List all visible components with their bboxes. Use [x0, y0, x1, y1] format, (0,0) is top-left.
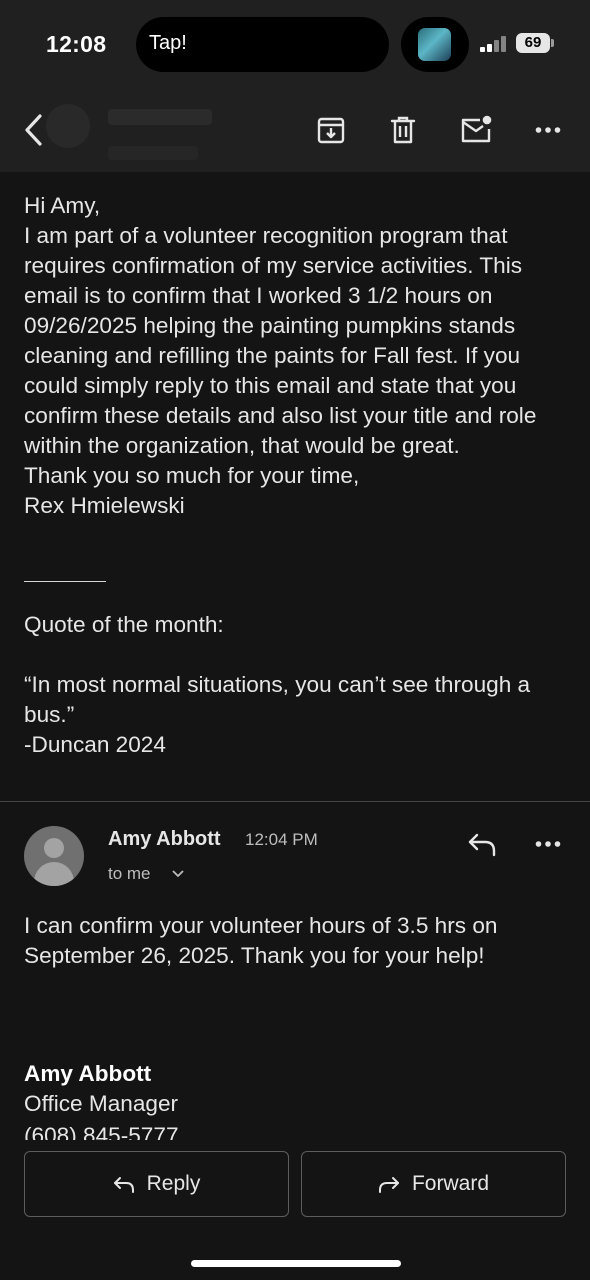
- top-bar: 12:08 Tap! 69: [0, 0, 590, 172]
- email-body: Hi Amy, I am part of a volunteer recogni…: [24, 191, 576, 760]
- message-more-icon[interactable]: [528, 824, 568, 864]
- reply-time: 12:04 PM: [245, 830, 318, 849]
- reply-icon[interactable]: [462, 824, 502, 864]
- home-indicator[interactable]: [191, 1260, 401, 1267]
- reply-signature-title: Office Manager: [24, 1091, 179, 1116]
- more-icon[interactable]: [528, 110, 568, 150]
- trash-icon[interactable]: [383, 110, 423, 150]
- reply-sender-name[interactable]: Amy Abbott: [108, 828, 221, 851]
- chevron-down-icon[interactable]: [171, 867, 185, 881]
- message-divider: [0, 801, 590, 802]
- reply-signature-phone-clip: (608) 845-5777: [24, 1121, 324, 1140]
- forward-button[interactable]: Forward: [301, 1151, 566, 1217]
- cellular-signal-icon: [480, 36, 510, 52]
- quote-text: “In most normal situations, you can’t se…: [24, 672, 531, 757]
- header-sender-name: [108, 109, 212, 125]
- reply-body: I can confirm your volunteer hours of 3.…: [24, 913, 498, 968]
- recipient-details[interactable]: to me: [108, 864, 151, 884]
- reply-button[interactable]: Reply: [24, 1151, 289, 1217]
- battery-level: 69: [516, 33, 550, 53]
- forward-button-label: Forward: [411, 1172, 490, 1195]
- live-activity-thumbnail[interactable]: [401, 17, 469, 72]
- reply-arrow-icon: [113, 1177, 134, 1193]
- back-arrow-icon[interactable]: [14, 110, 54, 150]
- live-activity-label: Tap!: [149, 32, 187, 54]
- email-message: Hi Amy, I am part of a volunteer recogni…: [24, 193, 537, 518]
- reply-button-label: Reply: [146, 1172, 201, 1195]
- signature-separator: [24, 581, 106, 582]
- reply-signature-phone[interactable]: (608) 845-5777: [24, 1121, 324, 1140]
- reply-signature-name: Amy Abbott: [24, 1061, 152, 1086]
- mark-unread-icon[interactable]: [456, 110, 496, 150]
- archive-icon[interactable]: [311, 110, 351, 150]
- status-time: 12:08: [46, 31, 107, 57]
- header-subject: [108, 146, 198, 160]
- quote-heading: Quote of the month:: [24, 612, 224, 637]
- battery-nub: [551, 39, 554, 47]
- live-activity-pill[interactable]: Tap!: [136, 17, 389, 72]
- app-thumbnail-icon: [418, 28, 451, 61]
- forward-arrow-icon: [378, 1177, 399, 1193]
- avatar[interactable]: [24, 826, 84, 886]
